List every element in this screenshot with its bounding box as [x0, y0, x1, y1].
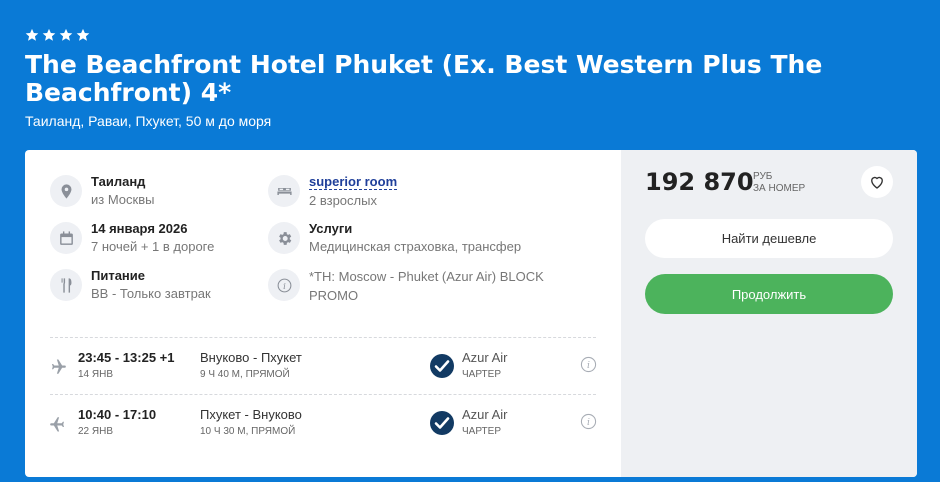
- dates-info: 14 января 2026 7 ночей + 1 в дороге: [50, 221, 215, 256]
- calendar-icon: [50, 222, 82, 254]
- price-currency: РУБ: [753, 171, 773, 182]
- azur-air-logo-icon: [430, 411, 454, 435]
- price-unit: РУБ ЗА НОМЕР: [753, 171, 805, 195]
- flight-route: Внуково - Пхукет: [200, 350, 302, 365]
- price-value: 192 870: [645, 168, 754, 196]
- flight-info-icon[interactable]: i: [580, 413, 597, 430]
- azur-air-logo-icon: [430, 354, 454, 378]
- svg-text:i: i: [587, 360, 590, 371]
- flight-row-return: 10:40 - 17:10 22 ЯНВ Пхукет - Внуково 10…: [25, 405, 621, 445]
- flight-time: 23:45 - 13:25 +1: [78, 350, 175, 365]
- services-info: Услуги Медицинская страховка, трансфер: [268, 221, 522, 256]
- tariff-note-line2: PROMO: [309, 288, 359, 303]
- star-icon: [25, 28, 39, 41]
- services-title: Услуги: [309, 221, 353, 236]
- location-pin-icon: [50, 175, 82, 207]
- flight-time: 10:40 - 17:10: [78, 407, 157, 422]
- star-icon: [76, 28, 90, 41]
- svg-text:i: i: [587, 417, 590, 428]
- flight-row-outbound: 23:45 - 13:25 +1 14 ЯНВ Внуково - Пхукет…: [25, 348, 621, 388]
- meals-info: Питание BB - Только завтрак: [50, 268, 211, 303]
- heart-icon: [871, 176, 883, 189]
- star-rating: [25, 28, 90, 42]
- continue-button[interactable]: Продолжить: [645, 274, 893, 314]
- gear-icon: [268, 222, 300, 254]
- hotel-title: The Beachfront Hotel Phuket (Ex. Best We…: [25, 50, 823, 107]
- departure-city: из Москвы: [91, 192, 155, 207]
- room-info: superior room 2 взрослых: [268, 174, 398, 210]
- tariff-note-line1: *TH: Moscow - Phuket (Azur Air) BLOCK: [309, 269, 544, 284]
- flight-duration: 10 Ч 30 М, ПРЯМОЙ: [200, 426, 296, 437]
- flight-duration: 9 Ч 40 М, ПРЯМОЙ: [200, 369, 290, 380]
- star-icon: [59, 28, 73, 41]
- plane-icon: [52, 359, 66, 374]
- flight-type: ЧАРТЕР: [462, 369, 502, 380]
- bed-icon: [268, 175, 300, 207]
- room-type-link[interactable]: superior room: [309, 174, 398, 190]
- fork-knife-icon: [50, 269, 82, 301]
- guests: 2 взрослых: [309, 193, 377, 208]
- flight-info-icon[interactable]: i: [580, 356, 597, 373]
- plane-icon: [50, 417, 64, 432]
- price-per: ЗА НОМЕР: [753, 183, 806, 194]
- tariff-note: i *TH: Moscow - Phuket (Azur Air) BLOCK …: [268, 269, 544, 305]
- find-cheaper-button[interactable]: Найти дешевле: [645, 219, 893, 258]
- svg-text:i: i: [283, 282, 286, 292]
- destination-country: Таиланд: [91, 174, 146, 189]
- info-icon: i: [268, 269, 300, 301]
- services-list: Медицинская страховка, трансфер: [309, 239, 522, 254]
- meal-plan: BB - Только завтрак: [91, 286, 211, 301]
- favorite-button[interactable]: [861, 166, 893, 198]
- divider: [50, 337, 596, 338]
- nights: 7 ночей + 1 в дороге: [91, 239, 215, 254]
- offer-card: Таиланд из Москвы superior room 2 взросл…: [25, 150, 917, 477]
- flight-type: ЧАРТЕР: [462, 426, 502, 437]
- star-icon: [42, 28, 56, 41]
- departure-date: 14 января 2026: [91, 221, 188, 236]
- airline-name: Azur Air: [462, 407, 508, 422]
- divider: [50, 394, 596, 395]
- flight-route: Пхукет - Внуково: [200, 407, 302, 422]
- destination-info: Таиланд из Москвы: [50, 174, 155, 209]
- flight-date: 22 ЯНВ: [78, 426, 114, 437]
- meals-title: Питание: [91, 268, 146, 283]
- airline-name: Azur Air: [462, 350, 508, 365]
- hotel-location: Таиланд, Раваи, Пхукет, 50 м до моря: [25, 113, 272, 129]
- flight-date: 14 ЯНВ: [78, 369, 114, 380]
